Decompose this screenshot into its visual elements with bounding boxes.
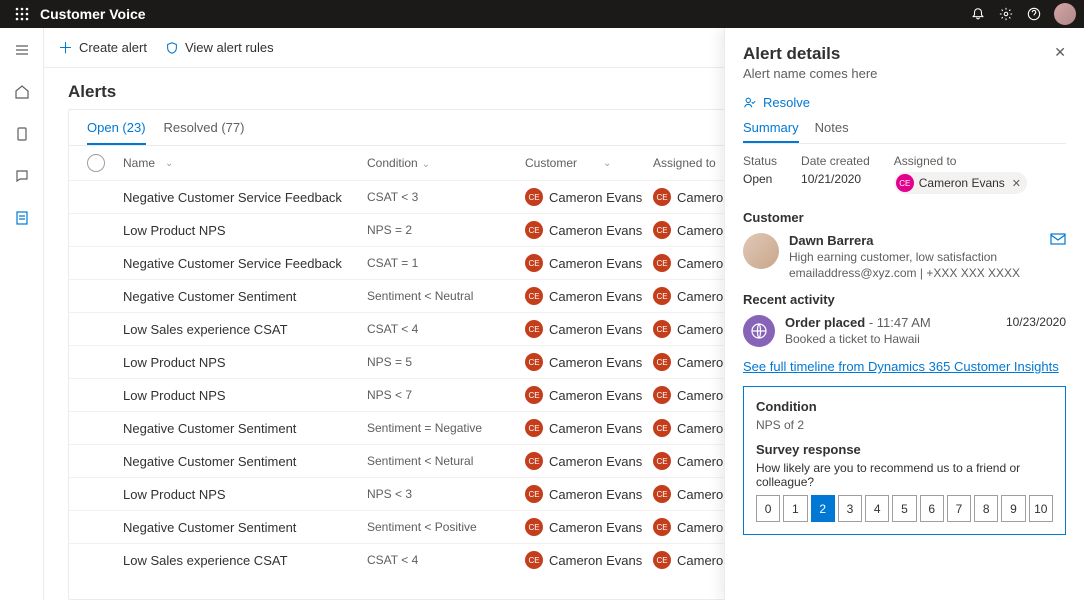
row-customer: CECameron Evans <box>525 386 653 404</box>
tab-resolved[interactable]: Resolved (77) <box>164 120 245 145</box>
remove-chip-icon[interactable]: ✕ <box>1012 177 1021 190</box>
activity-section-title: Recent activity <box>743 292 1066 307</box>
tablet-icon[interactable] <box>6 118 38 150</box>
shield-icon <box>165 41 179 55</box>
row-customer: CECameron Evans <box>525 485 653 503</box>
row-name: Negative Customer Sentiment <box>123 289 367 304</box>
hamburger-icon[interactable] <box>6 34 38 66</box>
row-name: Low Product NPS <box>123 487 367 502</box>
row-customer: CECameron Evans <box>525 452 653 470</box>
nps-cell-0[interactable]: 0 <box>756 495 780 522</box>
notifications-icon[interactable] <box>964 0 992 28</box>
row-condition: CSAT < 4 <box>367 322 525 336</box>
assigned-chip[interactable]: CE Cameron Evans ✕ <box>894 172 1027 194</box>
customer-avatar <box>743 233 779 269</box>
row-name: Low Product NPS <box>123 223 367 238</box>
settings-icon[interactable] <box>992 0 1020 28</box>
assigned-label: Assigned to <box>894 154 1027 168</box>
nps-cell-1[interactable]: 1 <box>783 495 807 522</box>
home-icon[interactable] <box>6 76 38 108</box>
condition-box: Condition NPS of 2 Survey response How l… <box>743 386 1066 535</box>
row-name: Low Product NPS <box>123 388 367 403</box>
panel-subtitle: Alert name comes here <box>743 68 877 81</box>
nps-cell-7[interactable]: 7 <box>947 495 971 522</box>
mail-icon[interactable] <box>1050 233 1066 280</box>
row-condition: Sentiment < Neutral <box>367 289 525 303</box>
select-all-checkbox[interactable] <box>87 154 105 172</box>
timeline-link[interactable]: See full timeline from Dynamics 365 Cust… <box>743 359 1059 374</box>
chevron-down-icon: ⌄ <box>603 158 611 169</box>
row-condition: CSAT = 1 <box>367 256 525 270</box>
nps-cell-3[interactable]: 3 <box>838 495 862 522</box>
col-name-header[interactable]: Name⌄ <box>123 156 367 170</box>
user-avatar[interactable] <box>1054 3 1076 25</box>
chevron-down-icon: ⌄ <box>422 159 430 170</box>
status-value: Open <box>743 172 777 186</box>
col-condition-header[interactable]: Condition⌄ <box>367 156 525 170</box>
globe-icon <box>743 315 775 347</box>
plus-icon: ＋ <box>58 37 73 58</box>
row-customer: CECameron Evans <box>525 287 653 305</box>
row-customer: CECameron Evans <box>525 188 653 206</box>
row-name: Negative Customer Sentiment <box>123 421 367 436</box>
date-label: Date created <box>801 154 870 168</box>
view-alert-rules-button[interactable]: View alert rules <box>165 40 274 55</box>
date-value: 10/21/2020 <box>801 172 870 186</box>
persona-icon: CE <box>896 174 914 192</box>
nps-cell-9[interactable]: 9 <box>1001 495 1025 522</box>
resolve-button[interactable]: Resolve <box>743 95 1066 110</box>
tab-open[interactable]: Open (23) <box>87 120 146 145</box>
status-label: Status <box>743 154 777 168</box>
row-condition: NPS = 5 <box>367 355 525 369</box>
row-condition: NPS < 3 <box>367 487 525 501</box>
col-customer-header[interactable]: Customer⌄ <box>525 156 653 170</box>
row-customer: CECameron Evans <box>525 320 653 338</box>
nps-cell-10[interactable]: 10 <box>1029 495 1053 522</box>
row-name: Negative Customer Sentiment <box>123 454 367 469</box>
panel-tab-summary[interactable]: Summary <box>743 120 799 143</box>
row-condition: NPS < 7 <box>367 388 525 402</box>
row-condition: Sentiment < Positive <box>367 520 525 534</box>
row-customer: CECameron Evans <box>525 419 653 437</box>
nps-cell-4[interactable]: 4 <box>865 495 889 522</box>
customer-desc: High earning customer, low satisfaction <box>789 250 1040 264</box>
create-alert-button[interactable]: ＋ Create alert <box>58 37 147 58</box>
row-customer: CECameron Evans <box>525 518 653 536</box>
row-name: Negative Customer Sentiment <box>123 520 367 535</box>
activity-desc: Booked a ticket to Hawaii <box>785 332 996 346</box>
customer-name: Dawn Barrera <box>789 233 1040 248</box>
activity-date: 10/23/2020 <box>1006 315 1066 329</box>
row-customer: CECameron Evans <box>525 551 653 569</box>
row-condition: Sentiment = Negative <box>367 421 525 435</box>
brand-title: Customer Voice <box>40 6 146 22</box>
panel-tab-notes[interactable]: Notes <box>815 120 849 143</box>
chevron-down-icon: ⌄ <box>165 158 173 169</box>
nps-cell-5[interactable]: 5 <box>892 495 916 522</box>
row-condition: CSAT < 4 <box>367 553 525 567</box>
help-icon[interactable] <box>1020 0 1048 28</box>
row-customer: CECameron Evans <box>525 254 653 272</box>
row-customer: CECameron Evans <box>525 353 653 371</box>
row-name: Negative Customer Service Feedback <box>123 190 367 205</box>
row-name: Low Sales experience CSAT <box>123 553 367 568</box>
row-condition: CSAT < 3 <box>367 190 525 204</box>
row-customer: CECameron Evans <box>525 221 653 239</box>
alert-details-panel: Alert details Alert name comes here ✕ Re… <box>724 68 1084 600</box>
row-condition: NPS = 2 <box>367 223 525 237</box>
row-condition: Sentiment < Netural <box>367 454 525 468</box>
row-name: Low Product NPS <box>123 355 367 370</box>
row-name: Low Sales experience CSAT <box>123 322 367 337</box>
nps-cell-2[interactable]: 2 <box>811 495 835 522</box>
reports-icon[interactable] <box>6 202 38 234</box>
customer-contact: emailaddress@xyz.com | +XXX XXX XXXX <box>789 266 1040 280</box>
row-name: Negative Customer Service Feedback <box>123 256 367 271</box>
nps-cell-6[interactable]: 6 <box>920 495 944 522</box>
nps-cell-8[interactable]: 8 <box>974 495 998 522</box>
app-launcher-icon[interactable] <box>8 7 36 21</box>
customer-section-title: Customer <box>743 210 1066 225</box>
send-icon[interactable] <box>6 160 38 192</box>
